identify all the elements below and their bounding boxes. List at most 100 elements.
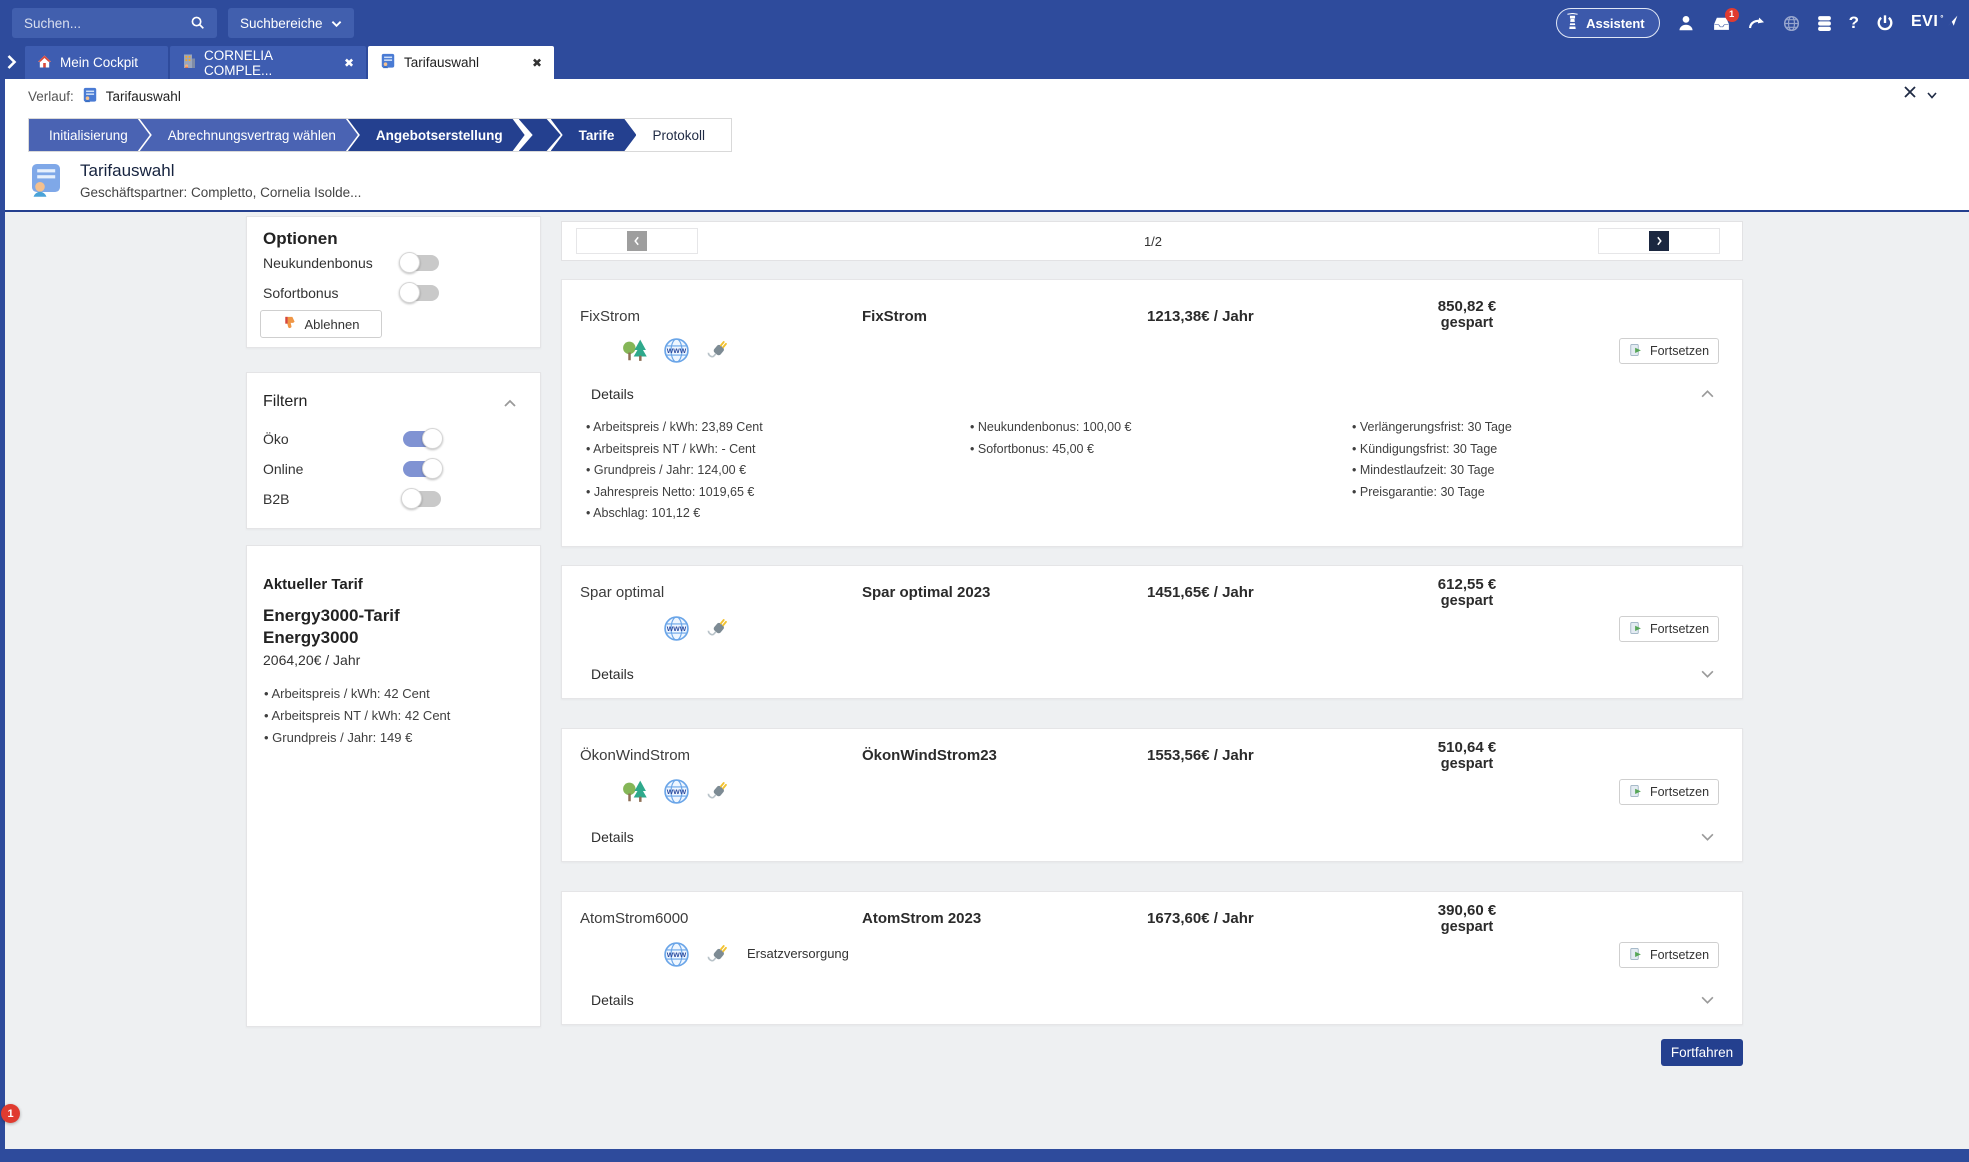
tariff-price: 1451,65€ / Jahr bbox=[1147, 584, 1254, 601]
power-plug-icon bbox=[704, 940, 732, 968]
fortsetzen-button[interactable]: Fortsetzen bbox=[1619, 338, 1719, 364]
fortsetzen-label: Fortsetzen bbox=[1650, 948, 1709, 962]
user-icon[interactable] bbox=[1677, 14, 1695, 32]
database-icon[interactable] bbox=[1817, 15, 1832, 32]
saved-label: gespart bbox=[1392, 593, 1542, 609]
b2b-toggle[interactable] bbox=[403, 491, 441, 507]
saved-label: gespart bbox=[1392, 756, 1542, 772]
document-icon bbox=[380, 53, 396, 72]
topbar: Suchbereiche Assistent 1 ? bbox=[0, 0, 1969, 46]
toggle-label: B2B bbox=[263, 491, 403, 507]
detail-item: Kündigungsfrist: 30 Tage bbox=[1352, 442, 1512, 456]
current-tariff-price: 2064,20€ / Jahr bbox=[263, 652, 360, 668]
fortsetzen-button[interactable]: Fortsetzen bbox=[1619, 942, 1719, 968]
oeko-toggle[interactable] bbox=[403, 431, 441, 447]
pagination-bar: 1/2 bbox=[561, 221, 1743, 261]
assistent-button[interactable]: Assistent bbox=[1556, 8, 1660, 38]
detail-item: Arbeitspreis / kWh: 23,89 Cent bbox=[586, 420, 763, 434]
verlauf-item[interactable]: Tarifauswahl bbox=[106, 89, 181, 104]
fortsetzen-label: Fortsetzen bbox=[1650, 785, 1709, 799]
redo-icon[interactable] bbox=[1748, 15, 1766, 31]
ablehnen-button[interactable]: Ablehnen bbox=[260, 310, 382, 338]
fortsetzen-icon bbox=[1629, 784, 1643, 801]
fortsetzen-label: Fortsetzen bbox=[1650, 622, 1709, 636]
expand-chevron-icon[interactable] bbox=[1700, 992, 1715, 1010]
topbar-actions: Assistent 1 ? EVI° bbox=[1556, 0, 1959, 46]
tariff-price: 1213,38€ / Jahr bbox=[1147, 308, 1254, 325]
inbox-icon[interactable]: 1 bbox=[1712, 15, 1731, 32]
tab-row: Mein Cockpit CORNELIA COMPLE... ✖ Tarifa… bbox=[0, 46, 1969, 79]
step-initialisierung[interactable]: Initialisierung bbox=[29, 119, 150, 151]
step-abrechnungsvertrag[interactable]: Abrechnungsvertrag wählen bbox=[140, 119, 358, 151]
tab-label: CORNELIA COMPLE... bbox=[204, 48, 336, 78]
wizard-steps: Initialisierung Abrechnungsvertrag wähle… bbox=[28, 118, 732, 152]
fortsetzen-button[interactable]: Fortsetzen bbox=[1619, 616, 1719, 642]
close-icon[interactable] bbox=[1903, 85, 1917, 104]
page-subtitle: Geschäftspartner: Completto, Cornelia Is… bbox=[80, 185, 361, 200]
detail-item: Grundpreis / Jahr: 149 € bbox=[264, 730, 450, 745]
svg-text:WWW: WWW bbox=[666, 789, 686, 796]
tariff-price: 1673,60€ / Jahr bbox=[1147, 910, 1254, 927]
suchbereiche-label: Suchbereiche bbox=[240, 16, 323, 31]
notification-badge[interactable]: 1 bbox=[1, 1104, 20, 1123]
globe-icon[interactable] bbox=[1783, 15, 1800, 32]
step-angebotserstellung[interactable]: Angebotserstellung bbox=[348, 119, 525, 151]
tab-mein-cockpit[interactable]: Mein Cockpit bbox=[25, 46, 168, 79]
help-icon[interactable]: ? bbox=[1849, 13, 1859, 33]
tariff-card-oekonwindstrom: ÖkonWindStrom ÖkonWindStrom23 1553,56€ /… bbox=[561, 728, 1743, 862]
fortsetzen-button[interactable]: Fortsetzen bbox=[1619, 779, 1719, 805]
toggle-label: Online bbox=[263, 461, 403, 477]
collapse-chevron-icon[interactable] bbox=[503, 395, 517, 413]
chevron-down-icon[interactable] bbox=[1927, 86, 1937, 104]
assistent-label: Assistent bbox=[1586, 16, 1645, 31]
ablehnen-label: Ablehnen bbox=[305, 317, 360, 332]
neukundenbonus-toggle[interactable] bbox=[401, 255, 439, 271]
saved-label: gespart bbox=[1392, 919, 1542, 935]
sidebar: Optionen Neukundenbonus Sofortbonus Able… bbox=[246, 212, 541, 1146]
tab-close-icon[interactable]: ✖ bbox=[344, 57, 354, 69]
toggle-label: Öko bbox=[263, 431, 403, 447]
filter-row-b2b: B2B bbox=[263, 491, 526, 507]
saved-amount: 510,64 € gespart bbox=[1392, 739, 1542, 772]
page-title: Tarifauswahl bbox=[80, 161, 361, 181]
step-tarife[interactable]: Tarife bbox=[551, 119, 637, 151]
tariff-price: 1553,56€ / Jahr bbox=[1147, 747, 1254, 764]
eco-icon bbox=[620, 336, 648, 364]
current-tariff-panel: Aktueller Tarif Energy3000-Tarif Energy3… bbox=[246, 545, 541, 1027]
details-link[interactable]: Details bbox=[591, 992, 634, 1008]
step-protokoll[interactable]: Protokoll bbox=[626, 119, 729, 151]
details-link[interactable]: Details bbox=[591, 386, 634, 402]
collapse-chevron-icon[interactable] bbox=[1700, 386, 1715, 404]
expand-chevron-icon[interactable] bbox=[1700, 666, 1715, 684]
tab-label: Tarifauswahl bbox=[404, 55, 479, 70]
power-plug-icon bbox=[704, 777, 732, 805]
toggle-label: Sofortbonus bbox=[263, 285, 401, 301]
tariff-display-name: ÖkonWindStrom23 bbox=[862, 747, 997, 764]
tariff-display-name: Spar optimal 2023 bbox=[862, 584, 990, 601]
tariff-name: AtomStrom6000 bbox=[580, 910, 688, 927]
svg-text:WWW: WWW bbox=[666, 348, 686, 355]
tariff-card-spar-optimal: Spar optimal Spar optimal 2023 1451,65€ … bbox=[561, 565, 1743, 699]
tab-tarifauswahl[interactable]: Tarifauswahl ✖ bbox=[368, 46, 554, 79]
chevron-right-icon bbox=[1649, 231, 1669, 251]
details-link[interactable]: Details bbox=[591, 666, 634, 682]
search-input[interactable] bbox=[12, 8, 217, 38]
power-icon[interactable] bbox=[1876, 14, 1894, 32]
tab-close-icon[interactable]: ✖ bbox=[532, 57, 542, 69]
expand-chevron-icon[interactable] bbox=[1700, 829, 1715, 847]
suchbereiche-button[interactable]: Suchbereiche bbox=[228, 8, 354, 38]
details-link[interactable]: Details bbox=[591, 829, 634, 845]
tariff-list: 1/2 FixStrom FixStrom 1213,38€ / Jahr 85… bbox=[561, 212, 1743, 1146]
tariff-card-fixstrom: FixStrom FixStrom 1213,38€ / Jahr 850,82… bbox=[561, 279, 1743, 547]
sidebar-expand-chevron[interactable] bbox=[6, 54, 17, 75]
building-icon bbox=[182, 53, 196, 72]
online-toggle[interactable] bbox=[403, 461, 441, 477]
fortfahren-button[interactable]: Fortfahren bbox=[1661, 1039, 1743, 1066]
current-tariff-name: Energy3000-Tarif bbox=[263, 606, 400, 626]
search-icon[interactable] bbox=[190, 15, 205, 35]
sofortbonus-toggle[interactable] bbox=[401, 285, 439, 301]
tab-cornelia[interactable]: CORNELIA COMPLE... ✖ bbox=[170, 46, 366, 79]
saved-amount: 390,60 € gespart bbox=[1392, 902, 1542, 935]
detail-item: Jahrespreis Netto: 1019,65 € bbox=[586, 485, 763, 499]
next-page-button[interactable] bbox=[1598, 228, 1720, 254]
